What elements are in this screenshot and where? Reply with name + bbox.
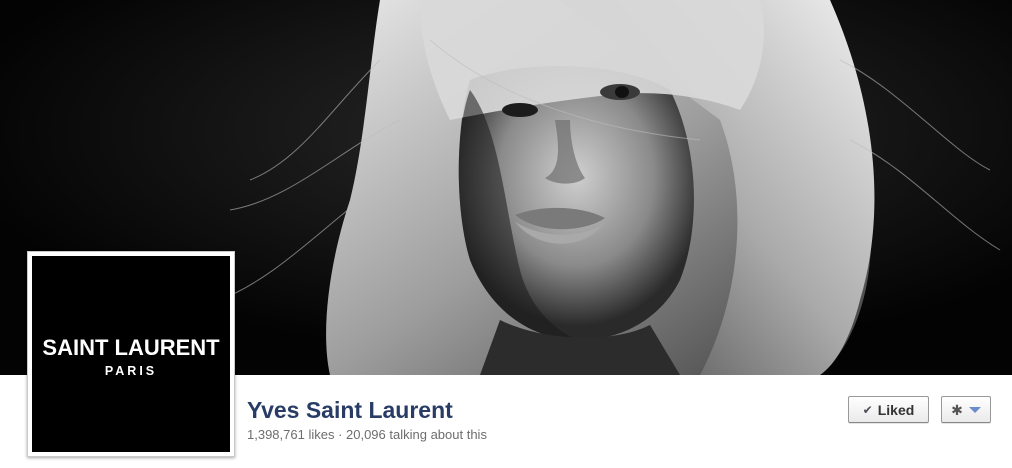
page-stats: 1,398,761 likes · 20,096 talking about t… [247, 427, 487, 442]
gear-icon: ✱ [951, 401, 963, 418]
logo-text-sub: PARIS [104, 363, 158, 378]
liked-button[interactable]: ✔ Liked [848, 396, 929, 423]
settings-button[interactable]: ✱ [941, 396, 991, 423]
check-icon: ✔ [862, 402, 873, 417]
brand-logo: SAINT LAURENT PARIS [32, 256, 230, 452]
page-title[interactable]: Yves Saint Laurent [247, 396, 453, 424]
liked-label: Liked [877, 401, 915, 418]
chevron-down-icon [968, 406, 981, 413]
logo-text-main: SAINT LAURENT [42, 334, 220, 360]
profile-picture[interactable]: SAINT LAURENT PARIS [27, 251, 235, 457]
